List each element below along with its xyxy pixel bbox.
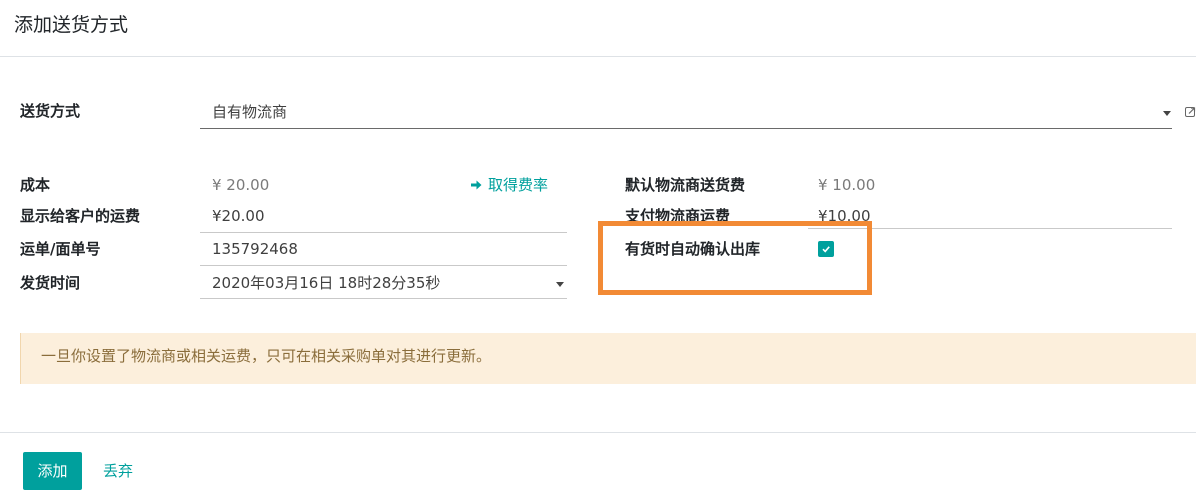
ship-date-label: 发货时间	[20, 274, 81, 292]
ship-date-input[interactable]: 2020年03月16日 18时28分35秒	[212, 273, 440, 293]
carrier-payment-input[interactable]: ¥10.00	[818, 206, 871, 226]
dialog-title: 添加送货方式	[14, 14, 129, 36]
carrier-payment-underline	[808, 228, 1172, 229]
cost-value: ¥ 20.00	[212, 176, 270, 194]
warning-alert-text: 一旦你设置了物流商或相关运费，只可在相关采购单对其进行更新。	[41, 347, 492, 365]
arrow-right-icon	[471, 180, 482, 190]
tracking-ref-input[interactable]: 135792468	[212, 239, 298, 259]
get-rate-button[interactable]: 取得费率	[470, 175, 548, 195]
get-rate-label: 取得费率	[488, 176, 549, 194]
default-carrier-fee-label: 默认物流商送货费	[625, 176, 746, 194]
auto-confirm-label: 有货时自动确认出库	[625, 240, 761, 258]
external-link-icon[interactable]	[1185, 106, 1196, 118]
warning-alert: 一旦你设置了物流商或相关运费，只可在相关采购单对其进行更新。	[20, 333, 1196, 384]
auto-confirm-checkbox[interactable]	[818, 241, 834, 257]
caret-down-icon[interactable]	[556, 282, 564, 287]
customer-shipping-price-input[interactable]: ¥20.00	[212, 206, 265, 226]
default-carrier-fee-value: ¥ 10.00	[818, 176, 876, 194]
cost-label: 成本	[20, 176, 51, 194]
customer-shipping-price-underline	[200, 232, 567, 233]
carrier-select[interactable]: 自有物流商	[212, 102, 287, 122]
carrier-field-underline	[200, 128, 1172, 129]
footer-divider	[0, 432, 1196, 433]
caret-down-icon[interactable]	[1163, 111, 1171, 116]
checkmark-icon	[822, 246, 830, 253]
tracking-ref-label: 运单/面单号	[20, 240, 101, 258]
ship-date-underline	[200, 298, 567, 299]
tracking-ref-underline	[200, 265, 567, 266]
header-divider	[0, 56, 1196, 57]
discard-button[interactable]: 丢弃	[103, 461, 133, 481]
carrier-payment-label: 支付物流商运费	[625, 207, 731, 225]
customer-shipping-price-label: 显示给客户的运费	[20, 207, 141, 225]
add-button[interactable]: 添加	[23, 452, 82, 490]
carrier-label: 送货方式	[20, 102, 81, 120]
